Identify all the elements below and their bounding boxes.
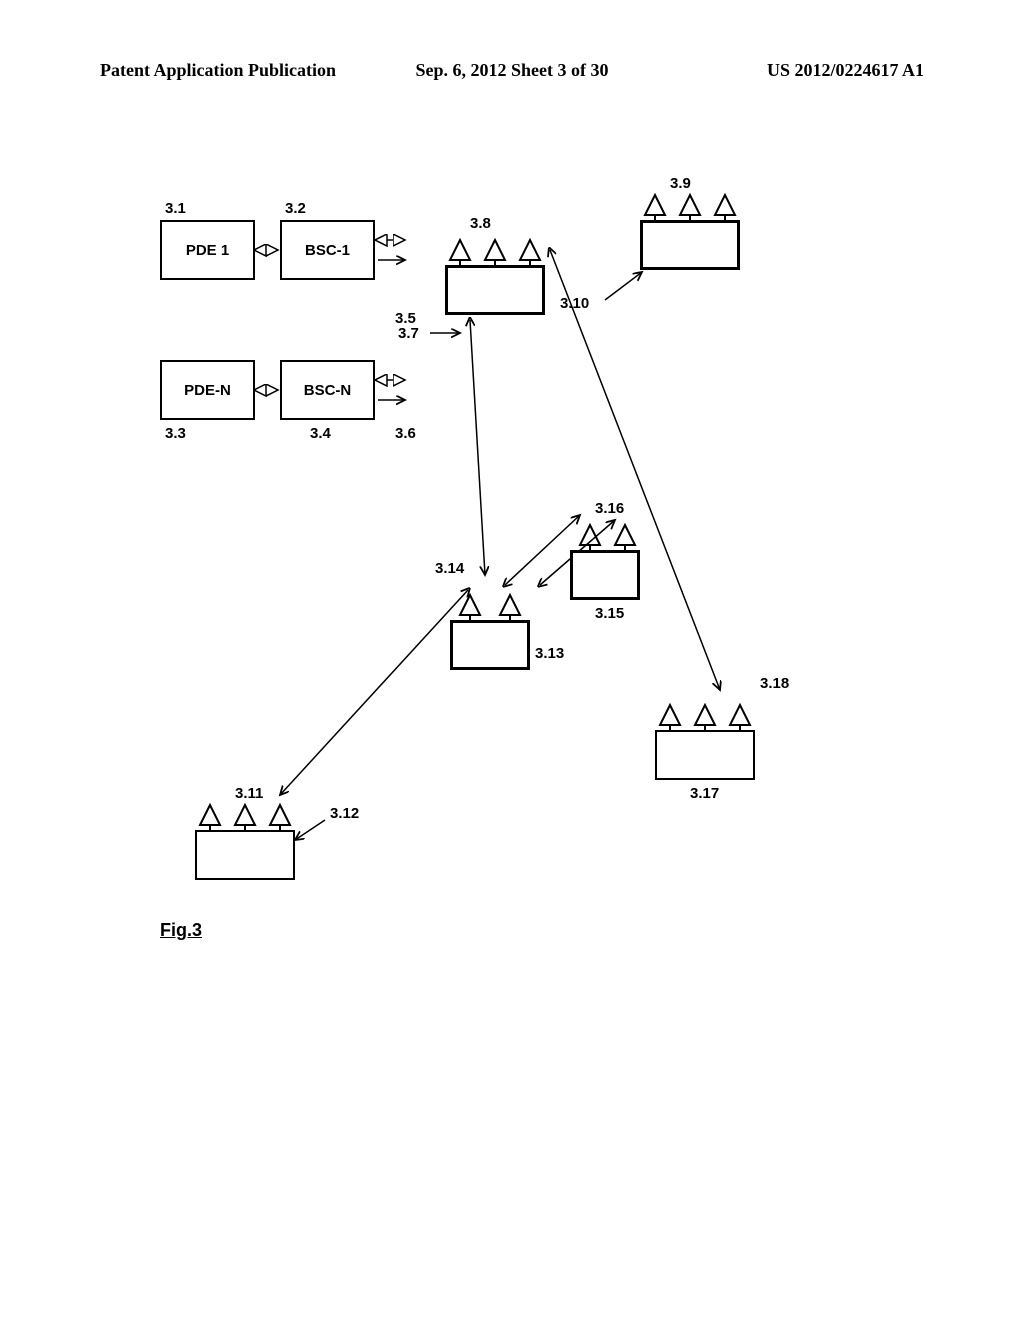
label-3-2: 3.2 [285, 200, 306, 217]
pde-1-box: PDE 1 [160, 220, 255, 280]
header-center: Sep. 6, 2012 Sheet 3 of 30 [375, 60, 650, 81]
label-3-12: 3.12 [330, 805, 359, 822]
bsc-1-box: BSC-1 [280, 220, 375, 280]
page-header: Patent Application Publication Sep. 6, 2… [0, 60, 1024, 81]
header-left: Patent Application Publication [100, 60, 375, 81]
bts-3-17 [655, 730, 755, 780]
diagram: PDE 1 BSC-1 PDE-N BSC-N 3.1 3.2 3.3 3.4 … [160, 180, 860, 1100]
label-3-3: 3.3 [165, 425, 186, 442]
label-3-1: 3.1 [165, 200, 186, 217]
label-3-9: 3.9 [670, 175, 691, 192]
label-3-13: 3.13 [535, 645, 564, 662]
antenna-icon [725, 700, 755, 730]
bts-3-15 [570, 550, 640, 600]
label-3-10: 3.10 [560, 295, 589, 312]
label-3-15: 3.15 [595, 605, 624, 622]
antenna-icon [675, 190, 705, 220]
label-3-18: 3.18 [760, 675, 789, 692]
antenna-icon [690, 700, 720, 730]
bsc-n-box: BSC-N [280, 360, 375, 420]
antenna-icon [655, 700, 685, 730]
label-3-14: 3.14 [435, 560, 464, 577]
antenna-icon [610, 520, 640, 550]
antenna-icon [495, 590, 525, 620]
bts-3-13 [450, 620, 530, 670]
label-3-7: 3.7 [398, 325, 419, 342]
antenna-icon [515, 235, 545, 265]
antenna-icon [445, 235, 475, 265]
figure-label: Fig.3 [160, 920, 202, 941]
label-3-16: 3.16 [595, 500, 624, 517]
bts-3-8 [445, 265, 545, 315]
label-3-8: 3.8 [470, 215, 491, 232]
antenna-icon [710, 190, 740, 220]
label-3-4: 3.4 [310, 425, 331, 442]
antenna-icon [575, 520, 605, 550]
antenna-icon [195, 800, 225, 830]
antenna-icon [640, 190, 670, 220]
antenna-icon [455, 590, 485, 620]
header-right: US 2012/0224617 A1 [649, 60, 924, 81]
antenna-icon [265, 800, 295, 830]
label-3-17: 3.17 [690, 785, 719, 802]
bts-3-11 [195, 830, 295, 880]
pde-n-box: PDE-N [160, 360, 255, 420]
label-3-6: 3.6 [395, 425, 416, 442]
antenna-icon [480, 235, 510, 265]
label-3-11: 3.11 [235, 785, 263, 802]
antenna-icon [230, 800, 260, 830]
bts-3-9 [640, 220, 740, 270]
